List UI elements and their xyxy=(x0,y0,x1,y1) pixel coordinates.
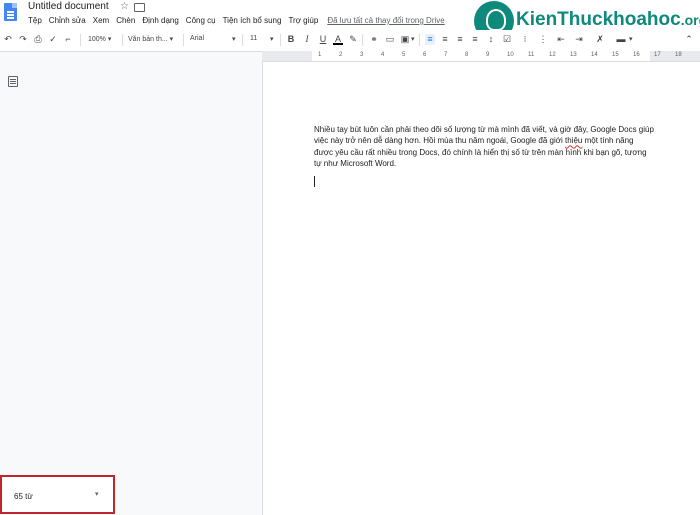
ruler-mark: 1 xyxy=(318,52,322,58)
menu-edit[interactable]: Chỉnh sửa xyxy=(49,16,86,25)
bulleted-list-icon[interactable]: ⁝ xyxy=(520,34,530,45)
word-count-box[interactable]: 65 từ ▾ xyxy=(0,475,115,514)
ruler-mark: 8 xyxy=(465,52,469,58)
increase-indent-icon[interactable]: ⇥ xyxy=(574,34,584,45)
image-icon[interactable]: ▣ xyxy=(400,34,410,45)
folder-icon[interactable] xyxy=(134,3,145,12)
toolbar-divider xyxy=(183,34,184,46)
misspelled-word[interactable]: thiệu xyxy=(565,136,582,145)
font-select[interactable]: Arial xyxy=(190,35,204,42)
document-outline-icon[interactable] xyxy=(8,76,18,87)
formatting-toolbar: ↶ ↷ ⎙ ✓ ⌐ 100% ▾ Văn bản th... ▾ Arial ▾… xyxy=(0,30,700,52)
ruler-left-margin xyxy=(262,51,312,61)
style-select[interactable]: Văn bản th... ▾ xyxy=(128,35,173,43)
align-right-icon[interactable]: ≡ xyxy=(455,34,465,45)
paint-format-icon[interactable]: ⌐ xyxy=(63,34,73,45)
align-justify-icon[interactable]: ≡ xyxy=(470,34,480,45)
toolbar-divider xyxy=(122,34,123,46)
saved-status-link[interactable]: Đã lưu tất cả thay đổi trong Drive xyxy=(327,16,444,25)
ruler-mark: 5 xyxy=(402,52,406,58)
ruler-mark: 2 xyxy=(339,52,343,58)
font-size-select[interactable]: 11 xyxy=(250,35,257,42)
ruler-mark: 7 xyxy=(444,52,448,58)
menu-file[interactable]: Tệp xyxy=(28,16,42,25)
font-dropdown-caret[interactable]: ▾ xyxy=(232,35,236,43)
menu-insert[interactable]: Chèn xyxy=(116,16,135,25)
star-icon[interactable]: ☆ xyxy=(120,1,129,12)
ruler-mark: 17 xyxy=(654,52,661,58)
bold-button[interactable]: B xyxy=(286,34,296,45)
menu-help[interactable]: Trợ giúp xyxy=(288,16,318,25)
editing-mode-icon[interactable]: ▬ xyxy=(616,34,626,45)
toolbar-divider xyxy=(280,34,281,46)
ruler-mark: 3 xyxy=(360,52,364,58)
numbered-list-icon[interactable]: ⋮ xyxy=(538,34,548,45)
image-dropdown-caret[interactable]: ▾ xyxy=(411,35,415,43)
comment-icon[interactable]: ▭ xyxy=(385,34,395,45)
italic-button[interactable]: I xyxy=(302,34,312,45)
underline-button[interactable]: U xyxy=(318,34,328,45)
undo-icon[interactable]: ↶ xyxy=(3,34,13,45)
toolbar-divider xyxy=(242,34,243,46)
ruler-mark: 15 xyxy=(612,52,619,58)
toolbar-divider xyxy=(362,34,363,46)
ruler-mark: 16 xyxy=(633,52,640,58)
watermark-text: KienThuckhoahoc.org xyxy=(516,9,700,30)
ruler-mark: 18 xyxy=(675,52,682,58)
chevron-down-icon[interactable]: ▾ xyxy=(95,490,99,498)
document-title[interactable]: Untitled document xyxy=(28,1,109,12)
menu-format[interactable]: Định dạng xyxy=(142,16,178,25)
highlight-icon[interactable]: ✎ xyxy=(348,34,358,45)
ruler-mark: 10 xyxy=(507,52,514,58)
editing-mode-caret[interactable]: ▾ xyxy=(629,35,633,43)
link-icon[interactable]: ⚭ xyxy=(369,34,379,45)
word-count-label: 65 từ xyxy=(14,492,33,501)
ruler-mark: 6 xyxy=(423,52,427,58)
print-icon[interactable]: ⎙ xyxy=(33,34,43,45)
menu-bar: Tệp Chỉnh sửa Xem Chèn Định dạng Công cụ… xyxy=(28,16,452,25)
menu-addons[interactable]: Tiện ích bổ sung xyxy=(223,16,282,25)
font-size-caret[interactable]: ▾ xyxy=(270,35,274,43)
clear-formatting-icon[interactable]: ✗ xyxy=(595,34,605,45)
ruler-mark: 12 xyxy=(549,52,556,58)
align-center-icon[interactable]: ≡ xyxy=(440,34,450,45)
document-body[interactable]: Nhiều tay bút luôn cần phải theo dõi số … xyxy=(314,124,654,169)
menu-view[interactable]: Xem xyxy=(93,16,109,25)
text-color-button[interactable]: A xyxy=(333,34,343,45)
decrease-indent-icon[interactable]: ⇤ xyxy=(556,34,566,45)
toolbar-divider xyxy=(419,34,420,46)
ruler-mark: 14 xyxy=(591,52,598,58)
redo-icon[interactable]: ↷ xyxy=(18,34,28,45)
line-spacing-icon[interactable]: ↕ xyxy=(486,34,496,45)
menu-tools[interactable]: Công cụ xyxy=(186,16,216,25)
ruler-mark: 13 xyxy=(570,52,577,58)
text-cursor xyxy=(314,176,315,187)
zoom-select[interactable]: 100% ▾ xyxy=(88,35,111,43)
document-page[interactable]: Nhiều tay bút luôn cần phải theo dõi số … xyxy=(262,62,700,515)
docs-logo-icon[interactable] xyxy=(4,3,17,21)
checklist-icon[interactable]: ☑ xyxy=(502,34,512,45)
collapse-toolbar-icon[interactable]: ⌃ xyxy=(684,34,694,45)
horizontal-ruler[interactable]: 1 2 3 4 5 6 7 8 9 10 11 12 13 14 15 16 17 18 xyxy=(262,51,700,62)
align-left-icon[interactable]: ≡ xyxy=(425,34,435,45)
spellcheck-icon[interactable]: ✓ xyxy=(48,34,58,45)
ruler-mark: 4 xyxy=(381,52,385,58)
ruler-mark: 9 xyxy=(486,52,490,58)
toolbar-divider xyxy=(80,34,81,46)
ruler-mark: 11 xyxy=(528,52,535,58)
